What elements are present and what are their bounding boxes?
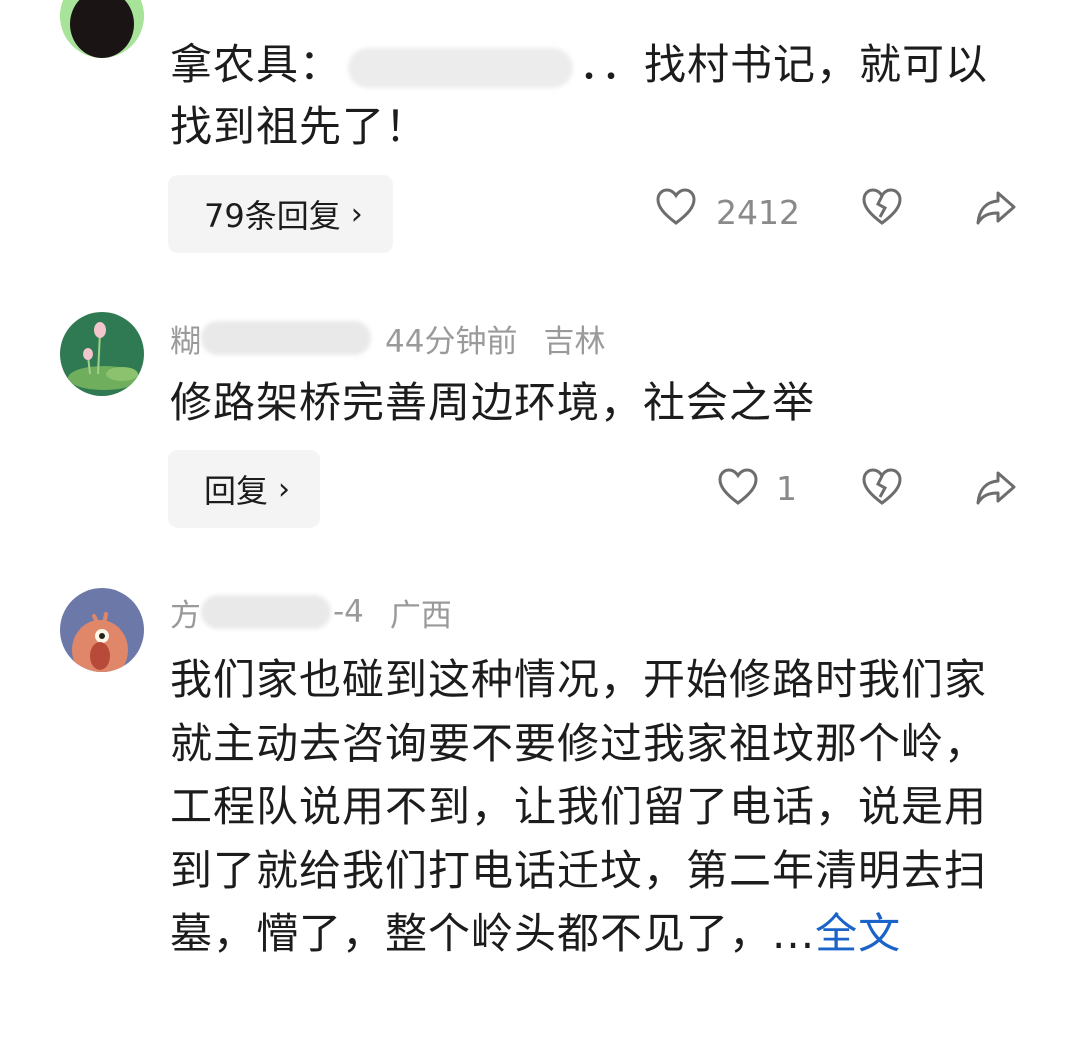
location: 吉林 [543, 323, 606, 360]
redacted-username [201, 595, 331, 629]
comment-meta: 糊 44分钟前 吉林 [170, 316, 606, 361]
expand-full-text-link[interactable]: 全文 [815, 909, 901, 958]
avatar[interactable] [60, 0, 144, 58]
username[interactable]: 糊 [170, 316, 201, 361]
comment-actions: 2412 [0, 185, 1080, 245]
timestamp: 44分钟前 [385, 323, 518, 360]
comment-meta: 方 -4 广西 [170, 590, 452, 635]
avatar[interactable] [60, 588, 144, 672]
heart-outline-icon[interactable] [716, 465, 760, 509]
comment-actions: 1 [0, 465, 1080, 525]
heart-outline-icon[interactable] [654, 185, 698, 229]
avatar-image [60, 0, 144, 58]
like-count: 2412 [716, 193, 800, 232]
broken-heart-icon[interactable] [860, 185, 904, 229]
comment-body: 拿农具： ．．找村书记，就可以找到祖先了！ [170, 40, 989, 151]
like-count: 1 [776, 469, 797, 508]
comment-body: 修路架桥完善周边环境，社会之举 [170, 378, 816, 427]
share-arrow-icon[interactable] [974, 465, 1018, 509]
redacted-username [201, 321, 371, 355]
redacted-text [348, 47, 574, 88]
timestamp: -4 [333, 594, 364, 630]
comment-body: 我们家也碰到这种情况，开始修路时我们家就主动去咨询要不要修过我家祖坟那个岭，工程… [170, 655, 988, 958]
avatar-image [60, 588, 144, 672]
broken-heart-icon[interactable] [860, 465, 904, 509]
avatar[interactable] [60, 312, 144, 396]
avatar-image [60, 312, 144, 396]
share-arrow-icon[interactable] [974, 185, 1018, 229]
username[interactable]: 方 [170, 590, 201, 635]
location: 广西 [389, 597, 452, 634]
